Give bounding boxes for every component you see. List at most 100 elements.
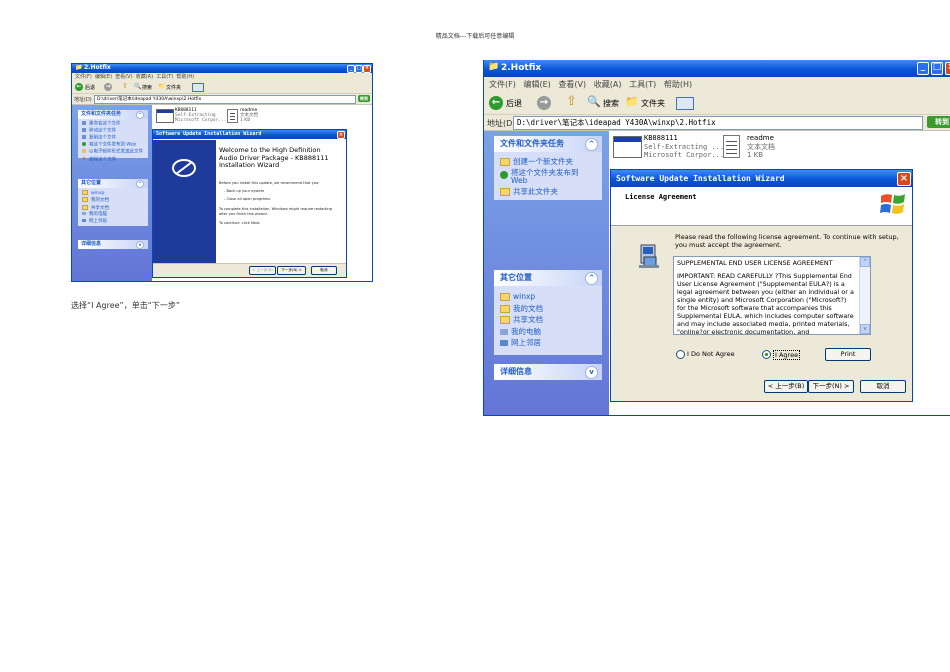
agree-label[interactable]: I Agree	[773, 350, 801, 360]
place-network[interactable]: 网上邻居	[500, 337, 602, 349]
menu-file[interactable]: 文件(F)	[75, 73, 92, 80]
panel-header[interactable]: 文件和文件夹任务 ^	[78, 110, 148, 119]
views-icon[interactable]	[192, 83, 204, 92]
panel-header[interactable]: 详细信息 v	[78, 240, 148, 249]
menu-favorites[interactable]: 收藏(A)	[594, 77, 622, 92]
folders-button[interactable]: 文件夹	[641, 98, 665, 109]
next-button[interactable]: 下一步(N) >	[277, 266, 306, 275]
folders-button[interactable]: 文件夹	[166, 84, 181, 91]
scroll-up-icon[interactable]: ^	[860, 257, 870, 267]
back-button[interactable]: < 上一步(B)	[764, 380, 808, 393]
text-file-icon[interactable]	[723, 135, 740, 158]
collapse-icon[interactable]: ^	[136, 180, 144, 188]
menu-help[interactable]: 帮助(H)	[176, 73, 194, 80]
back-arrow-icon[interactable]: ←	[489, 96, 503, 110]
task-copy[interactable]: 复制这个文件	[82, 134, 148, 142]
back-button[interactable]: 后退	[85, 84, 95, 91]
window-title: 2.Hotfix	[84, 64, 111, 71]
forward-arrow-icon[interactable]: →	[104, 83, 112, 91]
forward-arrow-icon[interactable]: →	[537, 96, 551, 110]
minimize-icon[interactable]: _	[917, 62, 929, 75]
folders-icon[interactable]: 📁	[625, 95, 639, 108]
panel-header[interactable]: 其它位置 ^	[494, 270, 602, 286]
maximize-icon[interactable]: □	[355, 65, 363, 73]
scroll-down-icon[interactable]: v	[860, 324, 870, 334]
text-file-icon[interactable]	[227, 109, 238, 123]
dialog-close-icon[interactable]: ×	[337, 131, 345, 139]
up-folder-icon[interactable]: ⇧	[122, 82, 128, 90]
task-email[interactable]: 以电子邮件形式发送此文件	[82, 148, 148, 156]
next-button[interactable]: 下一步(N) >	[808, 380, 854, 393]
up-folder-icon[interactable]: ⇧	[566, 94, 577, 109]
menu-edit[interactable]: 编辑(E)	[523, 77, 550, 92]
address-field[interactable]: D:\driver\笔记本\ideapad Y430A\winxp\2.Hotf…	[94, 95, 356, 104]
task-publish-web[interactable]: 将这个文件发布到 Web	[82, 141, 148, 149]
place-my-computer[interactable]: 我的电脑	[500, 326, 602, 338]
close-icon[interactable]: ×	[945, 62, 950, 75]
search-icon[interactable]: 🔍	[134, 83, 141, 90]
installer-file-icon[interactable]	[613, 136, 642, 158]
menu-bar: 文件(F) 编辑(E) 查看(V) 收藏(A) 工具(T) 帮助(H)	[72, 73, 372, 81]
place-winxp[interactable]: winxp	[82, 190, 148, 197]
address-field[interactable]: D:\driver\笔记本\ideapad Y430A\winxp\2.Hotf…	[513, 116, 923, 130]
file-readme[interactable]: readme 文本文档 1 KB	[240, 108, 258, 123]
task-publish-web[interactable]: 将这个文件夹发布到 Web	[500, 169, 596, 185]
close-icon[interactable]: ×	[363, 65, 371, 73]
agree-radio[interactable]	[762, 350, 771, 359]
disagree-label[interactable]: I Do Not Agree	[687, 350, 735, 358]
menu-tools[interactable]: 工具(T)	[629, 77, 656, 92]
go-button[interactable]: 转到	[927, 116, 950, 128]
installer-file-icon[interactable]	[156, 109, 174, 123]
task-new-folder[interactable]: 创建一个新文件夹	[500, 157, 602, 167]
place-network[interactable]: 网上邻居	[82, 218, 148, 225]
back-arrow-icon[interactable]: ←	[75, 83, 83, 91]
search-button[interactable]: 搜索	[603, 98, 619, 109]
panel-header[interactable]: 其它位置 ^	[78, 179, 148, 188]
expand-icon[interactable]: v	[585, 366, 598, 379]
menu-file[interactable]: 文件(F)	[489, 77, 516, 92]
disagree-radio[interactable]	[676, 350, 685, 359]
file-readme[interactable]: readme 文本文档 1 KB	[747, 134, 775, 160]
minimize-icon[interactable]: _	[347, 65, 355, 73]
maximize-icon[interactable]: □	[931, 62, 943, 75]
file-kb888111[interactable]: KB888111 Self-Extracting Microsoft Corpo…	[175, 108, 226, 123]
task-delete[interactable]: × 删除这个文件	[82, 156, 148, 164]
search-button[interactable]: 搜索	[142, 84, 152, 91]
collapse-icon[interactable]: ^	[585, 138, 598, 151]
collapse-icon[interactable]: ^	[136, 111, 144, 119]
place-my-documents[interactable]: 我的文档	[500, 303, 602, 315]
menu-edit[interactable]: 编辑(E)	[95, 73, 112, 80]
place-winxp[interactable]: winxp	[500, 291, 602, 303]
folders-icon[interactable]: 📁	[158, 83, 165, 90]
go-button[interactable]: 转到	[358, 95, 370, 102]
dialog-header: License Agreement	[611, 187, 912, 226]
toolbar: ← 后退 → ⇧ 🔍 搜索 📁 文件夹	[484, 92, 950, 115]
cancel-button[interactable]: 取消	[860, 380, 906, 393]
menu-view[interactable]: 查看(V)	[115, 73, 132, 80]
cancel-button[interactable]: 取消	[311, 266, 337, 275]
task-move[interactable]: 移动这个文件	[82, 127, 148, 135]
expand-icon[interactable]: v	[136, 241, 144, 249]
menu-help[interactable]: 帮助(H)	[664, 77, 692, 92]
document-header: 精品文档---下载后可任意编辑	[435, 33, 515, 40]
task-share-folder[interactable]: 共享此文件夹	[500, 187, 602, 197]
menu-tools[interactable]: 工具(T)	[156, 73, 173, 80]
menu-view[interactable]: 查看(V)	[558, 77, 586, 92]
back-button[interactable]: 后退	[506, 98, 522, 109]
place-my-documents[interactable]: 我的文档	[82, 197, 148, 204]
license-scrollbar[interactable]: ^ v	[859, 257, 870, 334]
wizard-banner	[153, 140, 216, 263]
menu-favorites[interactable]: 收藏(A)	[136, 73, 153, 80]
collapse-icon[interactable]: ^	[585, 272, 598, 285]
dialog-close-icon[interactable]: ×	[897, 172, 911, 186]
license-text-box[interactable]: SUPPLEMENTAL END USER LICENSE AGREEMENT …	[673, 256, 871, 335]
place-shared-documents[interactable]: 共享文档	[500, 314, 602, 326]
search-icon[interactable]: 🔍	[587, 95, 601, 108]
panel-header[interactable]: 文件和文件夹任务 ^	[494, 136, 602, 152]
file-kb888111[interactable]: KB888111 Self-Extracting ... Microsoft C…	[644, 134, 724, 160]
task-rename[interactable]: 重命名这个文件	[82, 121, 148, 128]
back-button[interactable]: < 上一步(B)	[249, 266, 276, 275]
views-icon[interactable]	[676, 97, 694, 110]
panel-header[interactable]: 详细信息 v	[494, 364, 602, 380]
print-button[interactable]: Print	[825, 348, 871, 361]
